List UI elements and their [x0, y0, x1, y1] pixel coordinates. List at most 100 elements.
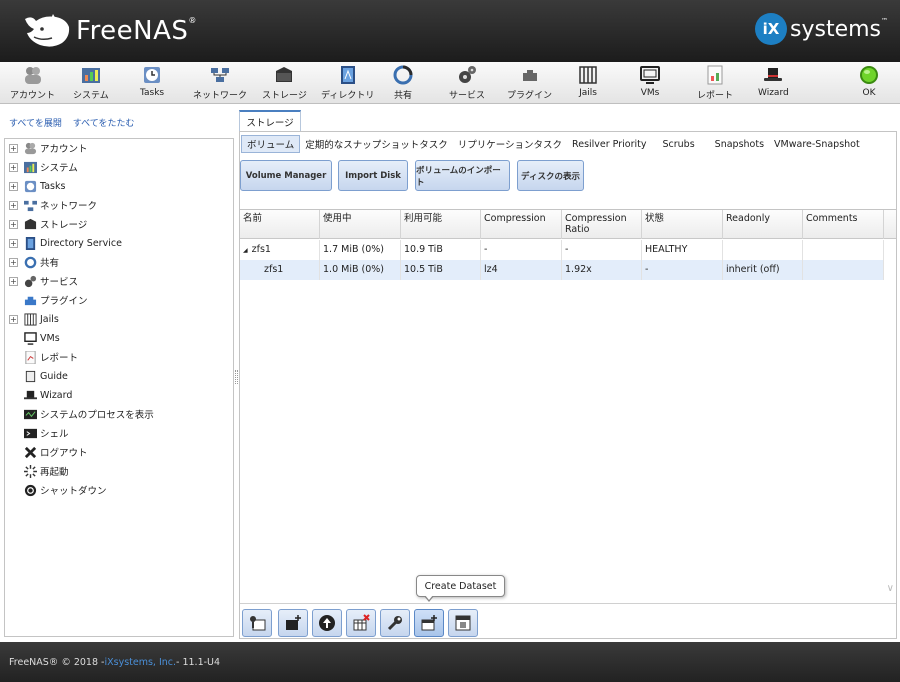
panel-splitter[interactable] [235, 370, 238, 384]
vms-icon [24, 331, 37, 345]
toolbar-plugins-button[interactable]: プラグイン [507, 65, 552, 101]
directory-icon [25, 236, 36, 250]
column-header-readonly[interactable]: Readonly [723, 210, 803, 239]
freenas-logo: FreeNAS® [22, 10, 197, 52]
collapse-all-link[interactable]: すべてをたたむ [73, 119, 135, 129]
reboot-spinner-icon [24, 464, 37, 478]
subtab-volumes[interactable]: ボリューム [241, 135, 301, 153]
wizard-icon [24, 390, 37, 399]
users-icon [24, 142, 37, 154]
subtab-resilver-priority[interactable]: Resilver Priority [567, 135, 651, 153]
cell-used: 1.7 MiB (0%) [320, 240, 401, 260]
toolbar-sharing-button[interactable]: 共有 [393, 65, 413, 101]
expand-icon[interactable]: + [9, 181, 18, 191]
main-toolbar: アカウント システム Tasks ネットワーク ストレージ ディレクトリ 共有 … [0, 62, 900, 104]
guide-book-icon [25, 370, 36, 382]
toolbar-reporting-button[interactable]: レポート [697, 65, 733, 101]
tree-collapse-icon[interactable]: ◢ [243, 247, 248, 254]
toolbar-directory-button[interactable]: ディレクトリ [321, 65, 374, 101]
navigation-tree: + アカウント + システム + Tasks + ネットワーク + ストレージ … [4, 138, 234, 637]
grid-scrollbar[interactable]: ∨ [884, 239, 896, 604]
toolbar-services-button[interactable]: サービス [449, 65, 485, 101]
import-disk-button[interactable]: Import Disk [338, 160, 408, 191]
import-volume-button[interactable]: ボリュームのインポート [415, 160, 510, 191]
cell-name: ◢ zfs1 [240, 240, 320, 260]
cell-status: - [642, 260, 723, 280]
plugins-icon [24, 296, 37, 305]
column-header-available[interactable]: 利用可能 [401, 210, 481, 239]
toolbar-jails-button[interactable]: Jails [578, 65, 598, 101]
system-status-ok[interactable]: OK [859, 65, 879, 101]
column-header-compression-ratio[interactable]: Compression Ratio [562, 210, 642, 239]
toolbar-storage-button[interactable]: ストレージ [262, 65, 307, 101]
shark-logo-icon [25, 14, 70, 47]
ix-badge: iX [755, 13, 787, 45]
logout-x-icon [24, 446, 37, 458]
toolbar-account-button[interactable]: アカウント [10, 65, 55, 101]
tasks-icon [24, 180, 37, 192]
expand-all-link[interactable]: すべてを展開 [9, 119, 62, 129]
volume-action-bar [240, 603, 896, 639]
power-icon [24, 484, 37, 496]
network-icon [211, 68, 229, 82]
cell-compression: lz4 [481, 260, 562, 280]
users-icon [24, 67, 41, 84]
expand-icon[interactable]: + [9, 257, 18, 267]
create-dataset-tooltip: Create Dataset [416, 575, 505, 597]
create-dataset-button[interactable] [414, 609, 444, 637]
detach-volume-button[interactable] [346, 609, 376, 637]
column-header-name[interactable]: 名前 [240, 210, 320, 239]
footer-copyright: FreeNAS® © 2018 - [9, 656, 105, 668]
toolbar-wizard-button[interactable]: Wizard [758, 65, 789, 101]
table-row[interactable]: ◢ zfs1 1.7 MiB (0%) 10.9 TiB - - HEALTHY [240, 240, 884, 260]
upgrade-button[interactable] [312, 609, 342, 637]
reporting-icon [25, 350, 36, 364]
toolbar-network-button[interactable]: ネットワーク [193, 65, 247, 101]
volume-status-button[interactable] [448, 609, 478, 637]
scrub-volume-button[interactable] [380, 609, 410, 637]
toolbar-system-button[interactable]: システム [73, 65, 109, 101]
jails-icon [24, 312, 37, 326]
expand-icon[interactable]: + [9, 162, 18, 172]
expand-icon[interactable]: + [9, 219, 18, 229]
expand-icon[interactable]: + [9, 276, 18, 286]
subtab-vmware-snapshot[interactable]: VMware-Snapshot [769, 135, 865, 153]
view-disks-button[interactable]: ディスクの表示 [517, 160, 584, 191]
tooltip-pointer-fill [425, 595, 433, 600]
expand-icon[interactable]: + [9, 200, 18, 210]
expand-icon[interactable]: + [9, 143, 18, 153]
expand-icon[interactable]: + [9, 238, 18, 248]
column-header-status[interactable]: 状態 [642, 210, 723, 239]
wrench-icon [387, 616, 402, 631]
vms-icon [640, 66, 660, 84]
column-header-compression[interactable]: Compression [481, 210, 562, 239]
cell-used: 1.0 MiB (0%) [320, 260, 401, 280]
volume-manager-button[interactable]: Volume Manager [240, 160, 332, 191]
footer-company-link[interactable]: iXsystems, Inc. [104, 657, 176, 668]
toolbar-vms-button[interactable]: VMs [640, 65, 660, 101]
storage-icon [24, 218, 37, 229]
change-permissions-button[interactable] [242, 609, 272, 637]
column-header-used[interactable]: 使用中 [320, 210, 401, 239]
table-row[interactable]: zfs1 1.0 MiB (0%) 10.5 TiB lz4 1.92x - i… [240, 260, 884, 280]
subtab-snapshots[interactable]: Snapshots [710, 135, 769, 153]
app-header: FreeNAS® iX systems™ [0, 0, 900, 62]
network-icon [24, 200, 37, 211]
tab-storage[interactable]: ストレージ [239, 110, 301, 132]
jails-icon [579, 66, 597, 84]
subtab-periodic-snapshot-tasks[interactable]: 定期的なスナップショットタスク [300, 135, 453, 153]
cell-compression-ratio: 1.92x [562, 260, 642, 280]
footer: FreeNAS® © 2018 - iXsystems, Inc. - 11.1… [0, 642, 900, 682]
subtab-replication-tasks[interactable]: リプリケーションタスク [453, 135, 567, 153]
column-header-comments[interactable]: Comments [803, 210, 884, 239]
scroll-down-icon[interactable]: ∨ [887, 583, 894, 594]
system-icon [24, 161, 37, 173]
toolbar-tasks-button[interactable]: Tasks [140, 65, 164, 101]
cell-compression: - [481, 240, 562, 260]
subtab-scrubs[interactable]: Scrubs [658, 135, 700, 153]
status-ok-icon [860, 66, 878, 84]
expand-icon[interactable]: + [9, 314, 18, 324]
brand-name: FreeNAS® [76, 16, 197, 46]
create-zvol-button[interactable] [278, 609, 308, 637]
tasks-icon [144, 67, 161, 83]
